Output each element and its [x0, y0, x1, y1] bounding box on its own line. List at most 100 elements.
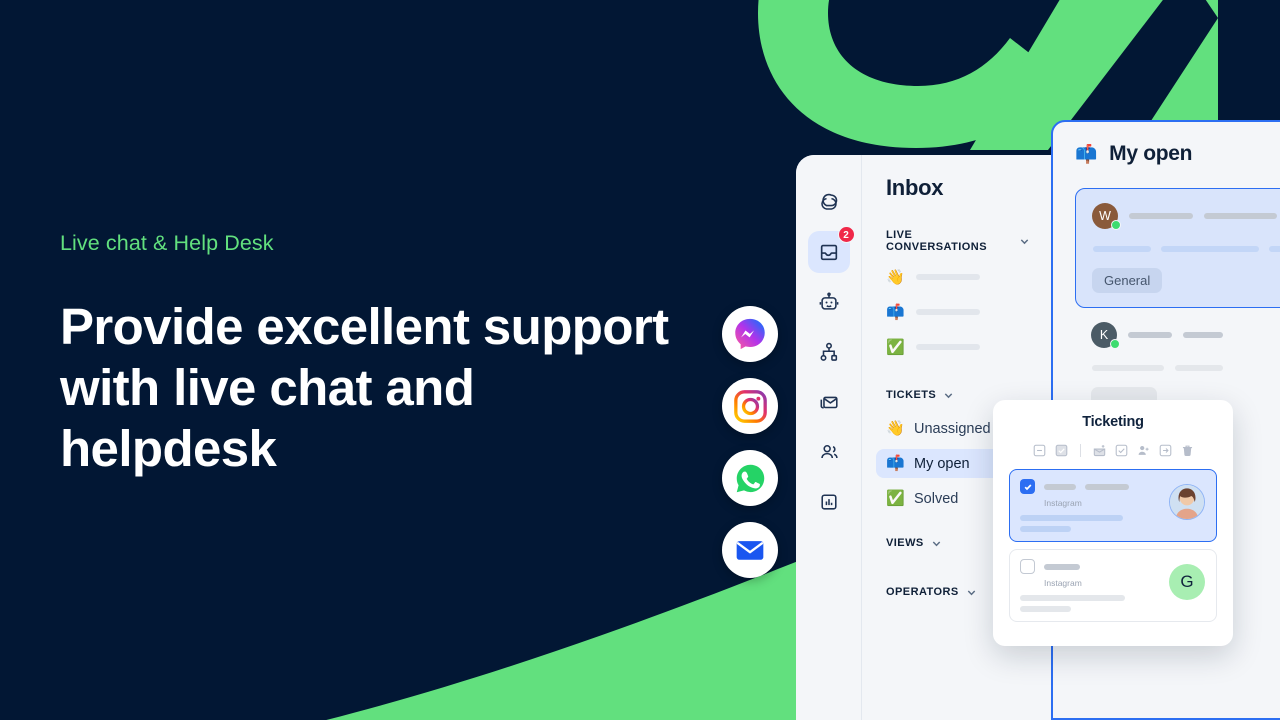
sidebar-item-chats[interactable] — [808, 181, 850, 223]
ticket-row[interactable]: Instagram — [1009, 469, 1217, 542]
automation-icon — [820, 342, 837, 361]
avatar-photo — [1170, 485, 1204, 519]
mailbox-emoji: 📫 — [886, 303, 905, 321]
instagram-bubble[interactable] — [722, 378, 778, 434]
check-icon — [1024, 483, 1031, 490]
archive-icon[interactable] — [1093, 444, 1106, 457]
ticket-checkbox[interactable] — [1020, 479, 1035, 494]
placeholder-bar — [1161, 246, 1259, 252]
ticket-row[interactable]: Instagram G — [1009, 549, 1217, 622]
live-conversation-row[interactable]: 📫 — [886, 301, 1030, 323]
placeholder-bar — [1129, 213, 1193, 219]
hero-eyebrow: Live chat & Help Desk — [60, 231, 274, 255]
placeholder-bar — [1085, 483, 1129, 490]
placeholder-bar — [1093, 246, 1151, 252]
chevron-down-icon — [967, 590, 975, 595]
placeholder-bar — [1020, 515, 1123, 521]
email-bubble[interactable] — [722, 522, 778, 578]
section-label: TICKETS — [886, 389, 937, 401]
mark-solved-icon[interactable] — [1115, 444, 1128, 457]
waving-hand-emoji: 👋 — [886, 420, 905, 437]
conversation-tag[interactable]: General — [1092, 268, 1163, 293]
my-open-header: 📫 My open — [1075, 142, 1280, 166]
check-mark-emoji: ✅ — [886, 338, 905, 356]
ticket-checkbox[interactable] — [1020, 559, 1035, 574]
page-title: Provide excellent support with live chat… — [60, 296, 700, 479]
placeholder-bar — [916, 344, 980, 350]
placeholder-bar — [1020, 595, 1125, 601]
ticket-filter-label: Solved — [914, 490, 959, 507]
delete-icon[interactable] — [1181, 444, 1194, 457]
section-label: VIEWS — [886, 537, 924, 549]
mail-icon — [820, 396, 838, 409]
my-open-title: My open — [1109, 142, 1193, 165]
hero-section: Live chat & Help Desk Provide excellent … — [60, 228, 700, 479]
chevron-down-icon — [932, 541, 940, 546]
sidebar-item-chatbot[interactable] — [808, 281, 850, 323]
headline-line-1: Provide excellent support — [60, 298, 669, 355]
whatsapp-icon — [736, 464, 764, 492]
placeholder-bar — [1128, 332, 1172, 338]
ticket-avatar: G — [1169, 564, 1205, 600]
email-icon — [736, 541, 764, 560]
chevron-up-icon — [1020, 238, 1029, 244]
channel-bubbles — [722, 306, 778, 578]
ticket-avatar — [1169, 484, 1205, 520]
section-label: OPERATORS — [886, 586, 959, 598]
inbox-badge: 2 — [837, 226, 855, 243]
reports-icon — [820, 494, 837, 510]
ticketing-card: Ticketing Instagram Instagram G — [993, 400, 1233, 646]
online-status-dot — [1111, 220, 1121, 230]
section-live-conversations[interactable]: LIVE CONVERSATIONS — [886, 229, 1030, 253]
conversation-item[interactable]: W General — [1075, 188, 1280, 308]
ticketing-title: Ticketing — [1082, 414, 1144, 430]
online-status-dot — [1110, 339, 1120, 349]
app-rail: 2 — [796, 155, 862, 720]
placeholder-bar — [1269, 246, 1280, 252]
live-conversation-row[interactable]: 👋 — [886, 266, 1030, 288]
placeholder-bar — [1183, 332, 1223, 338]
sidebar-item-inbox[interactable]: 2 — [807, 226, 855, 273]
mailbox-emoji: 📫 — [886, 455, 905, 472]
headline-line-2: with live chat and helpdesk — [60, 359, 475, 477]
select-all-icon[interactable] — [1055, 444, 1068, 457]
sidebar-item-automations[interactable] — [808, 331, 850, 373]
messenger-icon — [735, 318, 765, 350]
placeholder-bar — [1020, 606, 1071, 612]
waving-hand-emoji: 👋 — [886, 268, 905, 286]
contacts-icon — [820, 444, 838, 459]
sidebar-item-contacts[interactable] — [808, 431, 850, 473]
ticketing-toolbar — [1009, 444, 1217, 457]
placeholder-bar — [1175, 365, 1223, 371]
chevron-up-icon — [944, 392, 953, 398]
assign-user-icon[interactable] — [1137, 444, 1150, 457]
placeholder-bar — [1020, 526, 1071, 532]
chats-icon — [820, 193, 837, 210]
ticket-filter-label: My open — [914, 455, 970, 472]
placeholder-bar — [916, 274, 980, 280]
live-conversation-row[interactable]: ✅ — [886, 336, 1030, 358]
placeholder-bar — [1092, 365, 1164, 371]
check-mark-emoji: ✅ — [886, 490, 905, 507]
select-none-icon[interactable] — [1033, 444, 1046, 457]
ticket-filter-label: Unassigned — [914, 420, 991, 437]
instagram-icon — [733, 389, 767, 423]
section-label: LIVE CONVERSATIONS — [886, 229, 987, 253]
placeholder-bar — [1044, 563, 1080, 570]
move-icon[interactable] — [1159, 444, 1172, 457]
placeholder-bar — [916, 309, 980, 315]
sidebar-item-reports[interactable] — [808, 481, 850, 523]
whatsapp-bubble[interactable] — [722, 450, 778, 506]
chatbot-icon — [819, 292, 838, 310]
inbox-icon — [820, 244, 837, 261]
inbox-title: Inbox — [886, 175, 944, 200]
toolbar-divider — [1079, 444, 1081, 457]
placeholder-bar — [1044, 483, 1076, 490]
placeholder-bar — [1204, 213, 1277, 219]
avatar: W — [1092, 203, 1121, 230]
messenger-bubble[interactable] — [722, 306, 778, 362]
sidebar-item-mail[interactable] — [808, 381, 850, 423]
avatar: K — [1091, 322, 1120, 349]
mailbox-emoji: 📫 — [1075, 143, 1098, 164]
